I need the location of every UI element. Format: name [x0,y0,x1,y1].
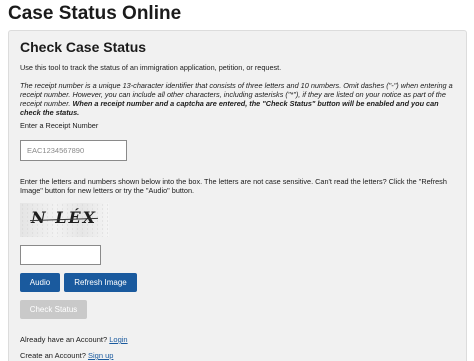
check-case-status-card: Check Case Status Use this tool to track… [8,30,467,361]
audio-button[interactable]: Audio [20,273,60,292]
login-link[interactable]: Login [109,335,127,344]
page-title: Case Status Online [8,3,182,24]
login-prompt-line: Already have an Account? Login [20,335,128,344]
captcha-info-text: Enter the letters and numbers shown belo… [20,177,447,195]
login-prompt: Already have an Account? [20,335,108,344]
receipt-number-input[interactable] [20,140,127,161]
refresh-image-button[interactable]: Refresh Image [64,273,137,292]
signup-prompt-line: Create an Account? Sign up [20,351,113,360]
check-status-button[interactable]: Check Status [20,300,87,319]
signup-prompt: Create an Account? [20,351,86,360]
receipt-info-text: The receipt number is a unique 13-charac… [20,81,460,117]
card-title: Check Case Status [20,39,147,55]
receipt-info-bold: When a receipt number and a captcha are … [20,99,439,117]
receipt-number-label: Enter a Receipt Number [20,121,99,130]
signup-link[interactable]: Sign up [88,351,113,360]
captcha-image: N LÉX [20,203,109,237]
captcha-input[interactable] [20,245,101,265]
intro-text: Use this tool to track the status of an … [20,63,282,72]
